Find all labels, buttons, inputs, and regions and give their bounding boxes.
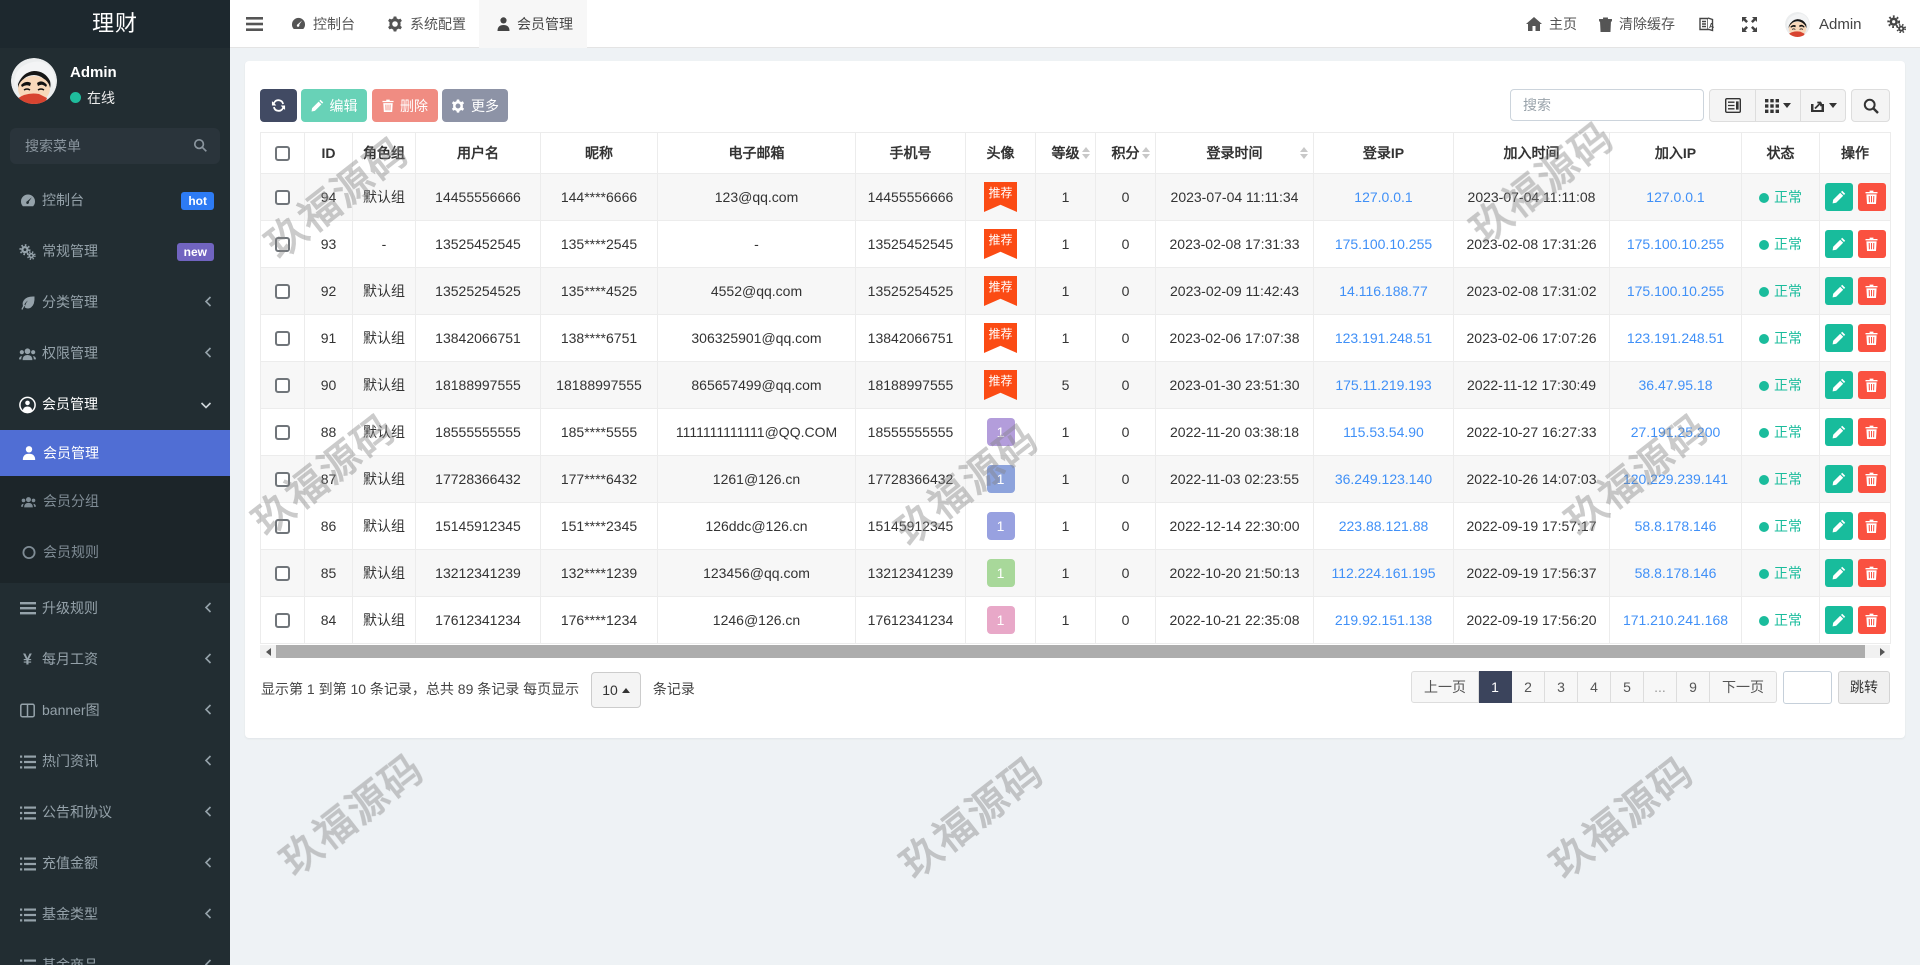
svg-text:A: A — [1709, 23, 1714, 30]
